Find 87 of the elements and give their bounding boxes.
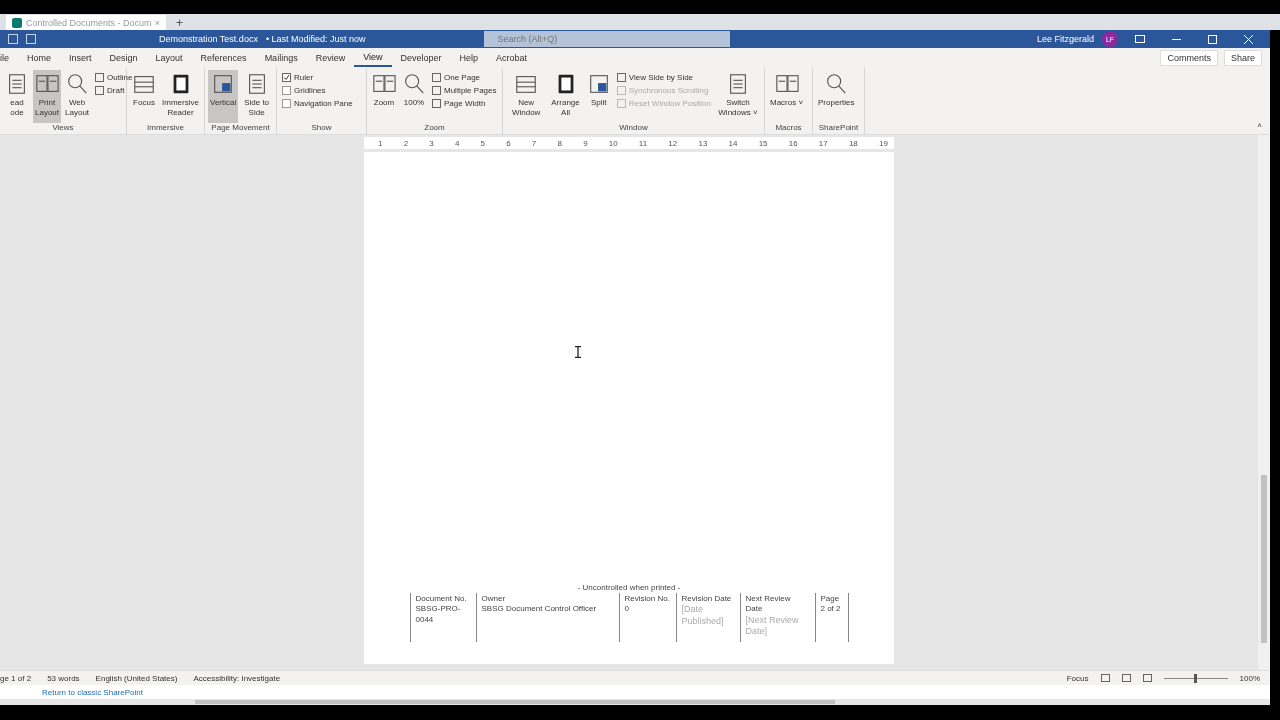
status-item[interactable]: 53 words	[47, 673, 80, 683]
footer-heading: Revision Date	[681, 593, 733, 605]
ribbon-tab[interactable]: Design	[100, 49, 147, 67]
ribbon-button[interactable]: Vertical	[208, 70, 239, 123]
ribbon-button[interactable]: View Side by Side	[614, 72, 713, 83]
new-tab-button[interactable]: +	[176, 16, 183, 30]
ribbon-button[interactable]: Macros ˅	[768, 70, 806, 123]
status-item[interactable]: English (United States)	[95, 673, 178, 683]
footer-heading: Owner	[481, 593, 507, 605]
ribbon-tab[interactable]: References	[191, 49, 256, 67]
ribbon-button[interactable]: Side to Side	[240, 70, 273, 123]
scrollbar[interactable]	[1258, 135, 1270, 670]
footer-heading: Page	[820, 593, 841, 605]
ribbon-button[interactable]: Print Layout	[33, 70, 62, 123]
footer-heading: Revision No.	[624, 593, 671, 605]
ribbon-button[interactable]: Page Width	[430, 98, 499, 109]
focus-button[interactable]: Focus	[1066, 673, 1089, 683]
checkbox[interactable]	[282, 86, 291, 95]
save-status[interactable]: • Last Modified: Just now	[265, 34, 366, 44]
read-mode-icon[interactable]	[1100, 674, 1110, 682]
search-field[interactable]: Search (Alt+Q)	[483, 31, 730, 47]
share-button[interactable]: Share	[1223, 50, 1262, 66]
group-label: SharePoint	[817, 123, 860, 134]
ribbon-button[interactable]: Multiple Pages	[430, 85, 499, 96]
footer-value: SBSG Document Control Officer	[481, 604, 598, 615]
ribbon-button[interactable]: Split	[584, 70, 613, 123]
group-label: Zoom	[423, 123, 446, 134]
ribbon-button[interactable]: Switch Windows ˅	[715, 70, 761, 123]
ribbon-display-icon[interactable]	[1135, 35, 1145, 43]
ribbon-tab[interactable]: Help	[450, 49, 488, 67]
user-name: Lee Fitzgerald	[1036, 34, 1094, 44]
show-checkbox[interactable]: Navigation Pane	[280, 98, 355, 109]
ribbon-tab[interactable]: Insert	[60, 49, 101, 67]
ribbon-tab[interactable]: Acrobat	[487, 49, 537, 67]
status-item[interactable]: Accessibility: Investigate	[193, 673, 281, 683]
footer-value: 2 of 2	[820, 604, 842, 615]
ribbon-tab[interactable]: View	[354, 49, 392, 67]
group-label: Window	[618, 123, 649, 134]
text-cursor-icon	[574, 346, 582, 358]
ribbon-icon	[402, 72, 426, 96]
ribbon-button[interactable]: New Window	[506, 70, 547, 123]
print-layout-icon[interactable]	[1121, 674, 1131, 682]
ribbon-button[interactable]: Outline	[93, 72, 135, 83]
zoom-level[interactable]: 100%	[1239, 673, 1260, 683]
group-label: Macros	[774, 123, 803, 134]
document-title[interactable]: Demonstration Test.docx	[159, 34, 258, 44]
classic-sharepoint-link[interactable]: Return to classic SharePoint	[42, 687, 143, 697]
footer-value: [Next Review Date]	[745, 614, 800, 638]
footer-value: [Date Published]	[681, 604, 725, 628]
ribbon-tab[interactable]: Layout	[146, 49, 192, 67]
show-checkbox[interactable]: Gridlines	[280, 85, 355, 96]
zoom-slider-thumb[interactable]	[1194, 673, 1198, 683]
ribbon-button[interactable]: Zoom	[370, 70, 398, 123]
ribbon-tab[interactable]: Review	[306, 49, 355, 67]
checkbox[interactable]	[282, 73, 291, 82]
ribbon-button[interactable]: Properties	[816, 70, 857, 123]
web-layout-icon[interactable]	[1142, 674, 1152, 682]
group-label: Show	[310, 123, 333, 134]
close-icon[interactable]	[1243, 34, 1253, 44]
ribbon-button[interactable]: Arrange All	[548, 70, 583, 123]
ribbon-button[interactable]: ead ode	[3, 70, 31, 123]
checkbox[interactable]	[282, 99, 291, 108]
footer-heading: Next Review Date	[745, 593, 792, 615]
ribbon-button[interactable]: Web Layout	[63, 70, 92, 123]
ribbon-tab[interactable]: Home	[18, 49, 61, 67]
group-label: Immersive	[146, 123, 185, 134]
show-checkbox[interactable]: Ruler	[280, 72, 355, 83]
ribbon-tab[interactable]: Mailings	[255, 49, 307, 67]
collapse-ribbon-button[interactable]: ˄	[1249, 121, 1270, 134]
ruler[interactable]: 1 2 3 4 5 6 7 8 9 10 11 12 13 14 15 16 17 18 19	[364, 137, 894, 149]
ribbon-tab[interactable]: ile	[0, 49, 18, 67]
footer-heading: Document No.	[415, 593, 468, 605]
ribbon-button[interactable]: One Page	[430, 72, 499, 83]
ribbon-tab[interactable]: Developer	[391, 49, 451, 67]
ribbon-button[interactable]: Draft	[93, 85, 135, 96]
footer-value: 0	[624, 604, 630, 615]
comments-button[interactable]: Comments	[1160, 50, 1218, 66]
minimize-icon[interactable]	[1171, 38, 1181, 40]
footer-value: SBSG-PRO-0044	[415, 604, 462, 625]
document-page[interactable]: - Uncontrolled when printed - Document No. SBSG-PRO-0044 Owner SBSG Document Control Officer Revision No. 0 Revision Date [Date Published] Next Review Date [Next Review Date] Page 2 of 2	[364, 152, 894, 664]
ribbon-button[interactable]: 100%	[400, 70, 428, 123]
maximize-icon[interactable]	[1207, 34, 1217, 44]
status-item[interactable]: ge 1 of 2	[0, 673, 32, 683]
group-label: Views	[51, 123, 75, 134]
group-label: Page Movement	[210, 123, 271, 134]
ribbon-button[interactable]: Immersive Reader	[160, 70, 201, 123]
footer-notice: - Uncontrolled when printed -	[576, 582, 682, 592]
